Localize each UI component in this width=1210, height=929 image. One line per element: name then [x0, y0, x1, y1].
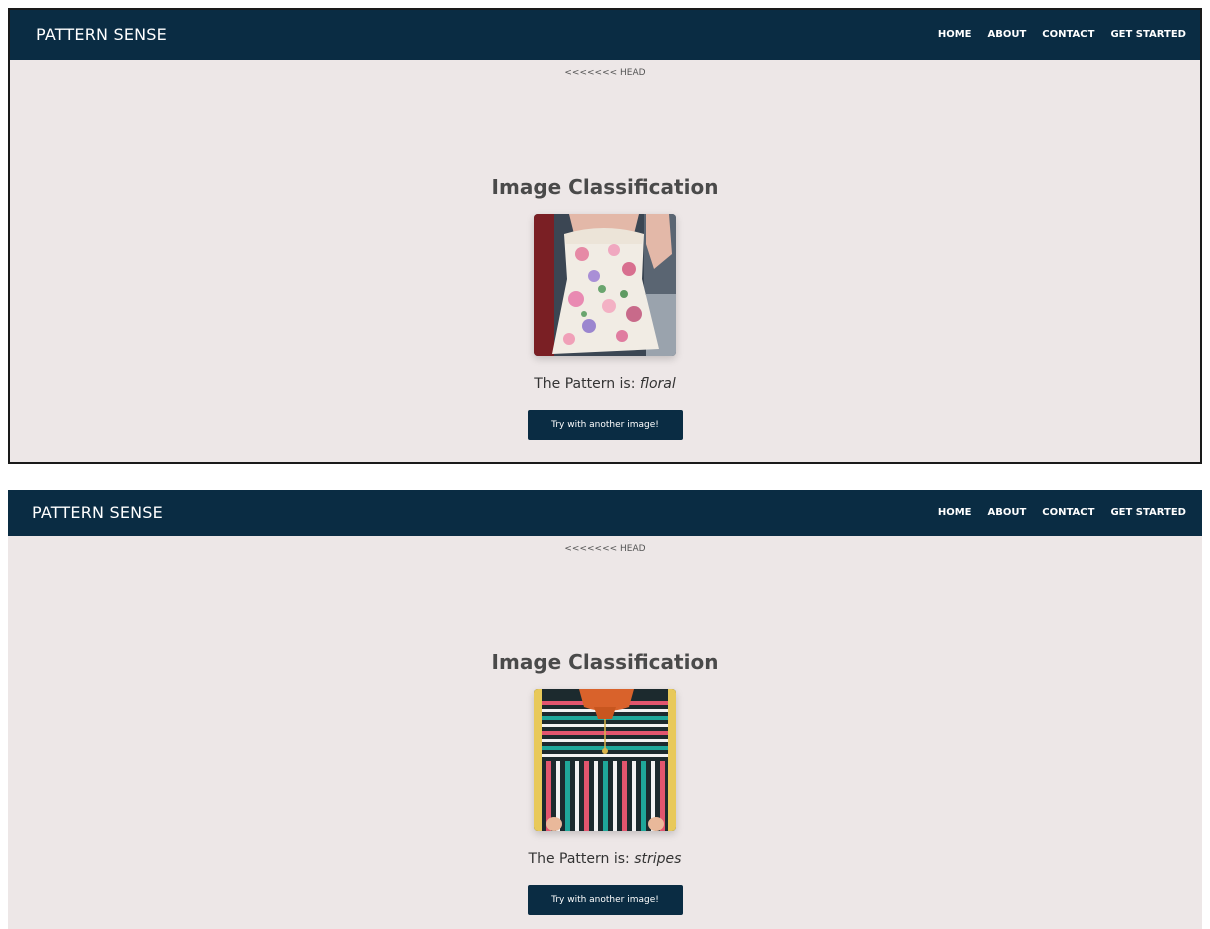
nav-get-started[interactable]: GET STARTED — [1110, 10, 1186, 60]
classification-panel: Image Classification — [10, 174, 1200, 440]
page-title: Image Classification — [491, 175, 719, 199]
screenshot-floral: PATTERN SENSE HOME ABOUT CONTACT GET STA… — [8, 8, 1202, 464]
nav-contact[interactable]: CONTACT — [1042, 10, 1094, 60]
merge-conflict-marker: <<<<<<< HEAD — [564, 68, 646, 78]
brand-logo[interactable]: PATTERN SENSE — [32, 490, 163, 536]
try-another-image-button[interactable]: Try with another image! — [527, 885, 683, 915]
prediction-result: The Pattern is: stripes — [8, 851, 1202, 867]
nav-home[interactable]: HOME — [938, 10, 972, 60]
nav-contact[interactable]: CONTACT — [1042, 490, 1094, 536]
navbar: PATTERN SENSE HOME ABOUT CONTACT GET STA… — [8, 490, 1202, 536]
classification-panel: Image Classification — [8, 649, 1202, 915]
nav-about[interactable]: ABOUT — [987, 10, 1026, 60]
try-another-image-button[interactable]: Try with another image! — [527, 410, 683, 440]
nav-menu: HOME ABOUT CONTACT GET STARTED — [938, 490, 1186, 536]
uploaded-image-floral-dress — [534, 214, 676, 356]
nav-get-started[interactable]: GET STARTED — [1110, 490, 1186, 536]
page-title: Image Classification — [491, 650, 719, 674]
floral-dress-image — [534, 214, 676, 356]
result-value: floral — [639, 376, 676, 392]
brand-logo[interactable]: PATTERN SENSE — [36, 10, 167, 60]
result-prefix: The Pattern is: — [534, 376, 636, 392]
screenshot-stripes: PATTERN SENSE HOME ABOUT CONTACT GET STA… — [8, 490, 1202, 929]
nav-about[interactable]: ABOUT — [987, 490, 1026, 536]
result-value: stripes — [634, 851, 682, 867]
nav-home[interactable]: HOME — [938, 490, 972, 536]
nav-menu: HOME ABOUT CONTACT GET STARTED — [938, 10, 1186, 60]
merge-conflict-marker: <<<<<<< HEAD — [564, 544, 646, 554]
uploaded-image-striped-dress — [534, 689, 676, 831]
navbar: PATTERN SENSE HOME ABOUT CONTACT GET STA… — [10, 10, 1200, 60]
prediction-result: The Pattern is: floral — [10, 376, 1200, 392]
striped-dress-image — [534, 689, 676, 831]
result-prefix: The Pattern is: — [528, 851, 630, 867]
